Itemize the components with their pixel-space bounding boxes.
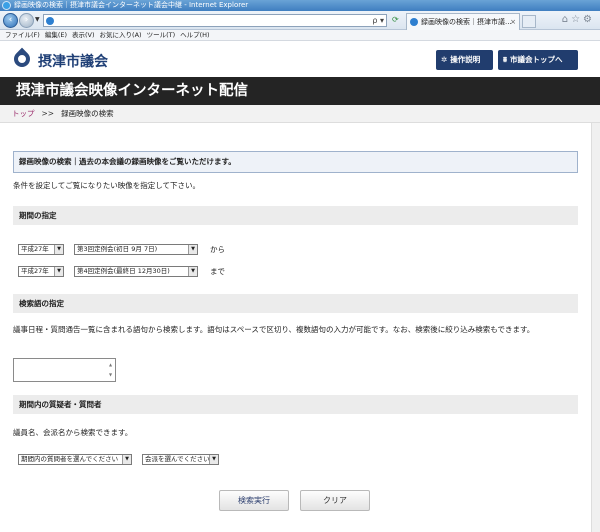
to-label: まで bbox=[210, 267, 225, 276]
keyword-section-title: 検索語の指定 bbox=[13, 294, 578, 313]
intro-subtext: 条件を設定してご覧になりたい映像を指定して下さい。 bbox=[13, 181, 201, 190]
breadcrumb-separator: >> bbox=[41, 109, 55, 118]
party-select[interactable]: 会派を選んでください ▼ bbox=[142, 454, 219, 465]
keyword-description: 議事日程・質問通告一覧に含まれる語句から検索します。語句はスペースで区切り、複数… bbox=[13, 325, 535, 334]
council-top-button-label: 市議会トップへ bbox=[510, 55, 563, 64]
address-bar[interactable]: ρ ▾ bbox=[43, 14, 387, 27]
from-meeting-value: 第3回定例会(初日 9月 7日) bbox=[77, 245, 158, 253]
chevron-down-icon: ▼ bbox=[188, 267, 197, 276]
search-button[interactable]: 検索実行 bbox=[219, 490, 289, 511]
keyword-input[interactable]: ▲ ▼ bbox=[13, 358, 116, 382]
menu-view[interactable]: 表示(V) bbox=[67, 30, 95, 41]
breadcrumb: トップ >> 録画映像の検索 bbox=[0, 105, 600, 123]
page-scrollbar[interactable] bbox=[591, 123, 600, 532]
textarea-scroll-icon[interactable]: ▲ ▼ bbox=[107, 360, 114, 380]
refresh-icon[interactable]: ⟳ bbox=[392, 15, 399, 24]
internet-explorer-icon bbox=[2, 1, 11, 10]
tab-favicon-icon bbox=[410, 18, 418, 26]
window-title: 録画映像の検索｜摂津市議会インターネット議会中継 - Internet Expl… bbox=[14, 1, 249, 9]
chevron-down-icon: ▼ bbox=[188, 245, 197, 254]
site-name[interactable]: 摂津市議会 bbox=[38, 51, 108, 71]
chevron-down-icon: ▼ bbox=[209, 455, 218, 464]
menu-tools[interactable]: ツール(T) bbox=[142, 30, 176, 41]
city-logo-icon[interactable] bbox=[10, 47, 34, 71]
forward-button[interactable]: › bbox=[19, 13, 34, 28]
to-era-select[interactable]: 平成27年 ▼ bbox=[18, 266, 64, 277]
period-section-title: 期間の指定 bbox=[13, 206, 578, 225]
window-titlebar: 録画映像の検索｜摂津市議会インターネット議会中継 - Internet Expl… bbox=[0, 0, 600, 11]
from-label: から bbox=[210, 245, 225, 254]
chevron-down-icon: ▼ bbox=[54, 267, 63, 276]
search-icon[interactable]: ρ ▾ bbox=[372, 15, 384, 26]
clear-button[interactable]: クリア bbox=[300, 490, 370, 511]
from-era-select[interactable]: 平成27年 ▼ bbox=[18, 244, 64, 255]
help-button[interactable]: ✲ 操作説明 bbox=[436, 50, 493, 70]
history-dropdown-icon[interactable]: ▼ bbox=[35, 16, 40, 23]
site-header: 摂津市議会 ✲ 操作説明 ⩩ 市議会トップへ bbox=[0, 42, 600, 77]
help-button-label: 操作説明 bbox=[450, 55, 481, 64]
tab-label: 録画映像の検索｜摂津市議... bbox=[421, 18, 512, 26]
page-icon bbox=[46, 17, 54, 25]
people-section-title: 期間内の質疑者・質問者 bbox=[13, 395, 578, 414]
gear-icon: ✲ bbox=[441, 55, 448, 64]
people-description: 議員名、会派名から検索できます。 bbox=[13, 428, 133, 437]
questioner-select[interactable]: 期間内の質問者を選んでください ▼ bbox=[18, 454, 132, 465]
menu-file[interactable]: ファイル(F) bbox=[0, 30, 40, 41]
council-top-button[interactable]: ⩩ 市議会トップへ bbox=[498, 50, 578, 70]
menu-favorites[interactable]: お気に入り(A) bbox=[95, 30, 142, 41]
page-banner: 摂津市議会映像インターネット配信 bbox=[0, 77, 600, 105]
browser-tab[interactable]: 録画映像の検索｜摂津市議... × bbox=[406, 13, 520, 30]
breadcrumb-current: 録画映像の検索 bbox=[61, 109, 114, 118]
new-tab-button[interactable] bbox=[522, 15, 536, 28]
intro-heading: 録画映像の検索｜過去の本会議の録画映像をご覧いただけます。 bbox=[13, 151, 578, 173]
breadcrumb-home-link[interactable]: トップ bbox=[12, 109, 35, 118]
questioner-select-value: 期間内の質問者を選んでください bbox=[21, 455, 119, 463]
from-meeting-select[interactable]: 第3回定例会(初日 9月 7日) ▼ bbox=[74, 244, 198, 255]
chevron-down-icon: ▼ bbox=[122, 455, 131, 464]
to-meeting-select[interactable]: 第4回定例会(最終日 12月30日) ▼ bbox=[74, 266, 198, 277]
menu-edit[interactable]: 編集(E) bbox=[40, 30, 67, 41]
to-era-value: 平成27年 bbox=[21, 267, 49, 275]
to-meeting-value: 第4回定例会(最終日 12月30日) bbox=[77, 267, 170, 275]
browser-toolbar-icons[interactable]: ⌂☆⚙ bbox=[562, 14, 595, 25]
party-select-value: 会派を選んでください bbox=[145, 455, 210, 463]
browser-navbar: ‹ › ▼ ρ ▾ ⟳ 録画映像の検索｜摂津市議... × ⌂☆⚙ bbox=[0, 11, 600, 30]
sitemap-icon: ⩩ bbox=[503, 55, 508, 64]
main-content: 録画映像の検索｜過去の本会議の録画映像をご覧いただけます。 条件を設定してご覧に… bbox=[0, 123, 600, 532]
chevron-down-icon: ▼ bbox=[54, 245, 63, 254]
back-button[interactable]: ‹ bbox=[3, 13, 18, 28]
tab-close-icon[interactable]: × bbox=[510, 14, 516, 30]
from-era-value: 平成27年 bbox=[21, 245, 49, 253]
menu-help[interactable]: ヘルプ(H) bbox=[175, 30, 209, 41]
menu-bar: ファイル(F) 編集(E) 表示(V) お気に入り(A) ツール(T) ヘルプ(H) bbox=[0, 30, 600, 41]
